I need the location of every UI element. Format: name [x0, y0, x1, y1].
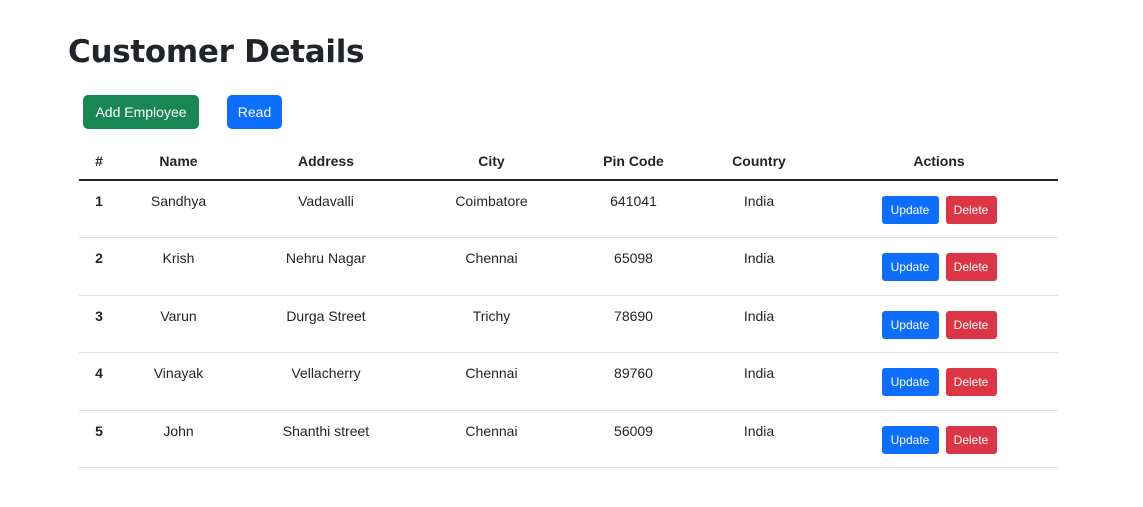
row-address: Nehru Nagar: [285, 250, 367, 266]
delete-button[interactable]: Delete: [945, 310, 997, 339]
row-name: John: [163, 422, 194, 439]
row-pin-code: 89760: [614, 365, 653, 381]
customer-table: # Name Address City Pin Code Country Act…: [79, 143, 1058, 468]
row-country: India: [743, 307, 775, 324]
row-city: Trichy: [472, 307, 511, 324]
row-address: Vadavalli: [298, 193, 354, 209]
row-pin-code: 56009: [614, 422, 653, 439]
table-row: 3 Varun Durga Street Trichy 78690 India …: [79, 295, 1058, 353]
delete-button[interactable]: Delete: [945, 253, 997, 281]
row-actions: Update Delete: [820, 410, 1058, 468]
read-button[interactable]: Read: [227, 95, 282, 129]
table-row: 2 Krish Nehru Nagar Chennai 65098 India …: [79, 238, 1058, 296]
update-button[interactable]: Update: [881, 196, 939, 224]
header-country: Country: [698, 143, 820, 181]
row-name: Varun: [160, 307, 197, 324]
row-country: India: [743, 422, 775, 439]
add-employee-button[interactable]: Add Employee: [83, 95, 199, 129]
header-name: Name: [119, 143, 238, 181]
row-pin-code: 641041: [610, 193, 657, 209]
page-title: Customer Details: [68, 34, 365, 70]
header-actions: Actions: [820, 143, 1058, 181]
update-button[interactable]: Update: [881, 425, 939, 454]
row-pin-code: 78690: [614, 307, 653, 324]
row-city: Chennai: [465, 422, 518, 439]
header-address: Address: [238, 143, 414, 181]
delete-button[interactable]: Delete: [945, 368, 997, 396]
row-id: 3: [95, 307, 103, 324]
row-id: 1: [95, 193, 103, 209]
row-name: Krish: [162, 250, 195, 266]
table-row: 1 Sandhya Vadavalli Coimbatore 641041 In…: [79, 180, 1058, 238]
row-actions: Update Delete: [820, 295, 1058, 353]
page: Customer Details Add Employee Read # Nam…: [0, 0, 1143, 507]
row-pin-code: 65098: [614, 250, 653, 266]
row-city: Chennai: [465, 365, 518, 381]
table-body: 1 Sandhya Vadavalli Coimbatore 641041 In…: [79, 180, 1058, 468]
delete-button[interactable]: Delete: [945, 425, 997, 454]
row-id: 5: [95, 422, 103, 439]
row-name: Sandhya: [150, 193, 207, 209]
row-actions: Update Delete: [820, 238, 1058, 296]
row-id: 2: [95, 250, 103, 266]
update-button[interactable]: Update: [881, 253, 939, 281]
row-address: Vellacherry: [291, 365, 361, 381]
update-button[interactable]: Update: [881, 310, 939, 339]
row-actions: Update Delete: [820, 180, 1058, 238]
row-country: India: [743, 250, 775, 266]
header-city: City: [414, 143, 569, 181]
table-row: 5 John Shanthi street Chennai 56009 Indi…: [79, 410, 1058, 468]
table-header-row: # Name Address City Pin Code Country Act…: [79, 143, 1058, 181]
row-country: India: [743, 193, 775, 209]
row-city: Chennai: [465, 250, 518, 266]
header-pin-code: Pin Code: [569, 143, 698, 181]
row-id: 4: [95, 365, 103, 381]
row-city: Coimbatore: [455, 193, 528, 209]
row-actions: Update Delete: [820, 353, 1058, 411]
row-name: Vinayak: [153, 365, 204, 381]
delete-button[interactable]: Delete: [945, 196, 997, 224]
update-button[interactable]: Update: [881, 368, 939, 396]
table-row: 4 Vinayak Vellacherry Chennai 89760 Indi…: [79, 353, 1058, 411]
header-number: #: [79, 143, 119, 181]
row-address: Durga Street: [286, 307, 366, 324]
row-country: India: [743, 365, 775, 381]
row-address: Shanthi street: [282, 422, 370, 439]
